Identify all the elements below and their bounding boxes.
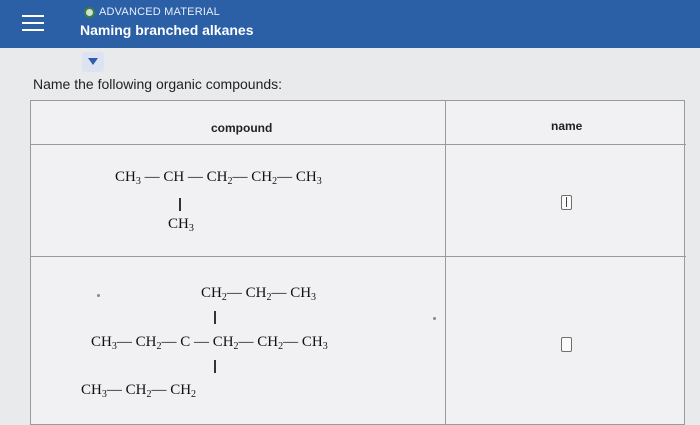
compound-2-main-chain: CH3— CH2— C — CH2— CH2— CH3 (91, 334, 328, 352)
speck (433, 317, 436, 320)
compound-2-bottom-bond (214, 360, 216, 373)
header-bar: ADVANCED MATERIAL Naming branched alkane… (0, 0, 700, 48)
compound-2-top-bond (214, 311, 216, 324)
compounds-table: compound name CH3 — CH — CH2— CH2— CH3 C… (30, 100, 686, 425)
status-icon (84, 7, 95, 18)
compound-2-name-input[interactable] (561, 337, 572, 352)
compound-2-bottom-chain: CH3— CH2— CH2 (81, 382, 197, 400)
compound-column-header: compound (211, 121, 273, 135)
expand-dropdown-button[interactable] (82, 52, 104, 72)
instruction-text: Name the following organic compounds: (33, 76, 283, 92)
column-divider (445, 101, 446, 425)
speck (97, 294, 100, 297)
section-label: ADVANCED MATERIAL (99, 6, 220, 18)
menu-icon[interactable] (22, 12, 44, 34)
chevron-down-icon (88, 58, 98, 65)
compound-1-branch-bond (179, 198, 181, 211)
header-divider (31, 144, 686, 145)
compound-1-main-chain: CH3 — CH — CH2— CH2— CH3 (115, 169, 322, 187)
compound-2-top-chain: CH2— CH2— CH3 (201, 285, 317, 303)
name-column-header: name (551, 119, 583, 133)
row-divider (31, 256, 686, 257)
compound-1-branch: CH3 (168, 216, 194, 234)
compound-1-name-input[interactable] (561, 195, 572, 210)
page-title: Naming branched alkanes (80, 22, 254, 38)
